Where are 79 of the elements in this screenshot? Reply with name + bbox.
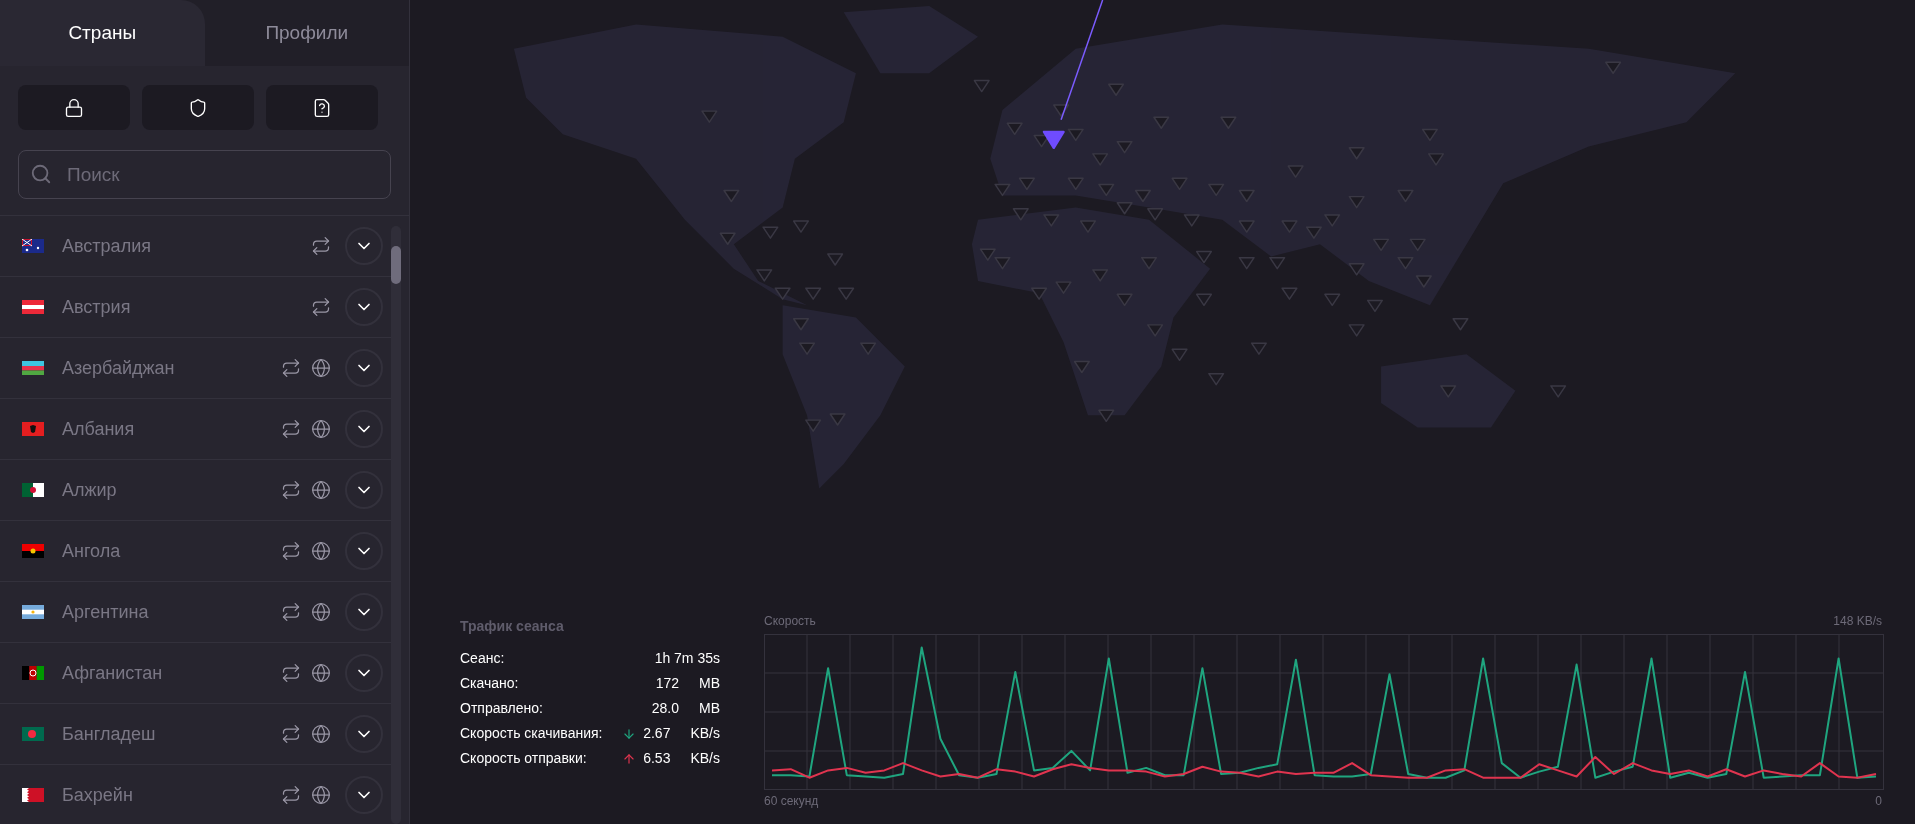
swap-icon (281, 785, 301, 805)
x-axis-label: 60 секунд (764, 794, 819, 809)
expand-button[interactable] (345, 654, 383, 692)
stat-label: Отправлено: (460, 699, 544, 718)
country-row[interactable]: Алжир (0, 460, 391, 521)
country-name: Албания (62, 417, 136, 441)
expand-button[interactable] (345, 410, 383, 448)
expand-button[interactable] (345, 349, 383, 387)
country-row[interactable]: Афганистан (0, 643, 391, 704)
flag-icon (22, 361, 44, 375)
stat-label: Скачано: (460, 674, 520, 693)
swap-icon (281, 480, 301, 500)
stat-value: 6.53 (642, 749, 671, 768)
shield-button[interactable] (142, 85, 254, 130)
country-row[interactable]: Албания (0, 399, 391, 460)
country-name: Азербайджан (62, 356, 176, 380)
y-tick-label: 0 (1875, 794, 1882, 809)
shield-icon (188, 97, 208, 118)
tab[interactable]: Страны (0, 0, 205, 66)
stat-unit: KB/s (690, 724, 720, 743)
swap-icon (281, 358, 301, 378)
chart-title: Скорость (764, 614, 816, 629)
scrollbar-thumb[interactable] (391, 246, 401, 284)
country-row[interactable]: Азербайджан (0, 338, 391, 399)
stat-value: 172 (654, 674, 679, 693)
country-row[interactable]: Бангладеш (0, 704, 391, 765)
stat-unit: MB (699, 674, 720, 693)
arrow-down-icon (621, 726, 636, 741)
swap-icon (281, 663, 301, 683)
swap-icon (281, 724, 301, 744)
expand-button[interactable] (345, 532, 383, 570)
lock-icon (64, 97, 84, 118)
expand-button[interactable] (345, 471, 383, 509)
flag-icon (22, 483, 44, 497)
country-name: Австрия (62, 295, 132, 319)
country-name: Бангладеш (62, 722, 157, 746)
country-name: Бахрейн (62, 783, 134, 807)
stat-label: Сеанс: (460, 649, 506, 668)
stat-value: 1h 7m 35s (654, 649, 720, 668)
swap-icon (311, 236, 331, 256)
flag-icon (22, 666, 44, 680)
expand-button[interactable] (345, 593, 383, 631)
country-row[interactable]: Аргентина (0, 582, 391, 643)
country-row[interactable]: Ангола (0, 521, 391, 582)
country-row[interactable]: Австрия (0, 277, 391, 338)
stat-unit: KB/s (690, 749, 720, 768)
country-row[interactable]: Австралия (0, 216, 391, 277)
search-field[interactable]: Поиск (18, 150, 391, 199)
flag-icon (22, 422, 44, 436)
flag-icon (22, 605, 44, 619)
flag-icon (22, 727, 44, 741)
expand-button[interactable] (345, 776, 383, 814)
country-name: Афганистан (62, 661, 164, 685)
swap-icon (281, 419, 301, 439)
flag-icon (22, 239, 44, 253)
flag-icon (22, 788, 44, 802)
stat-unit: MB (699, 699, 720, 718)
section-title: Трафик сеанса (460, 617, 565, 636)
lock-button[interactable] (18, 85, 130, 130)
stat-value: 2.67 (642, 724, 671, 743)
country-name: Ангола (62, 539, 122, 563)
swap-icon (281, 541, 301, 561)
search-icon (30, 163, 52, 185)
swap-icon (311, 297, 331, 317)
stat-label: Скорость скачивания: (460, 724, 604, 743)
stat-label: Скорость отправки: (460, 749, 588, 768)
expand-button[interactable] (345, 288, 383, 326)
device-button[interactable] (266, 85, 378, 130)
y-tick-label: 148 KB/s (1833, 614, 1882, 629)
expand-button[interactable] (345, 715, 383, 753)
country-name: Австралия (62, 234, 152, 258)
swap-icon (281, 602, 301, 622)
flag-icon (22, 544, 44, 558)
expand-button[interactable] (345, 227, 383, 265)
flag-icon (22, 300, 44, 314)
country-name: Аргентина (62, 600, 150, 624)
country-row[interactable]: Бахрейн (0, 765, 391, 824)
stat-value: 28.0 (650, 699, 679, 718)
country-name: Алжир (62, 478, 118, 502)
